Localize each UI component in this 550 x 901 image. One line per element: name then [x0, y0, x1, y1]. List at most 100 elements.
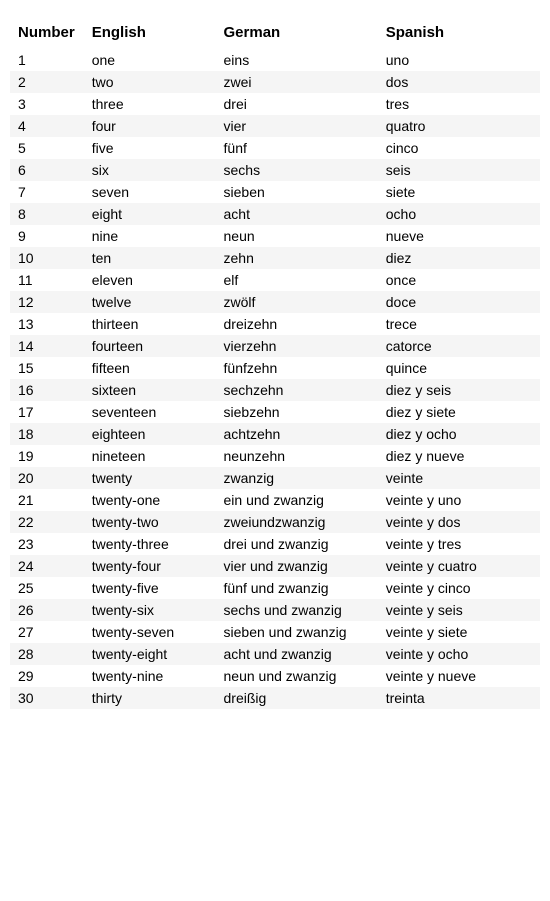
cell-spanish: quatro — [378, 115, 540, 137]
cell-german: dreißig — [216, 687, 378, 709]
cell-german: ein und zwanzig — [216, 489, 378, 511]
cell-number: 20 — [10, 467, 84, 489]
cell-spanish: nueve — [378, 225, 540, 247]
cell-english: sixteen — [84, 379, 216, 401]
cell-spanish: diez y nueve — [378, 445, 540, 467]
cell-spanish: ocho — [378, 203, 540, 225]
cell-number: 6 — [10, 159, 84, 181]
cell-spanish: diez y ocho — [378, 423, 540, 445]
cell-number: 16 — [10, 379, 84, 401]
cell-number: 29 — [10, 665, 84, 687]
cell-number: 25 — [10, 577, 84, 599]
cell-english: twenty-six — [84, 599, 216, 621]
cell-spanish: once — [378, 269, 540, 291]
table-row: 19nineteenneunzehndiez y nueve — [10, 445, 540, 467]
table-row: 21twenty-oneein und zwanzigveinte y uno — [10, 489, 540, 511]
cell-english: thirty — [84, 687, 216, 709]
cell-german: fünf und zwanzig — [216, 577, 378, 599]
table-row: 17seventeensiebzehndiez y siete — [10, 401, 540, 423]
cell-english: thirteen — [84, 313, 216, 335]
cell-spanish: veinte y tres — [378, 533, 540, 555]
cell-english: twenty-eight — [84, 643, 216, 665]
header-english: English — [84, 20, 216, 49]
cell-english: twenty-two — [84, 511, 216, 533]
cell-spanish: quince — [378, 357, 540, 379]
cell-german: dreizehn — [216, 313, 378, 335]
header-german: German — [216, 20, 378, 49]
cell-german: zehn — [216, 247, 378, 269]
cell-english: nine — [84, 225, 216, 247]
cell-number: 22 — [10, 511, 84, 533]
cell-english: twenty-nine — [84, 665, 216, 687]
table-row: 22twenty-twozweiundzwanzigveinte y dos — [10, 511, 540, 533]
cell-german: fünf — [216, 137, 378, 159]
table-row: 30thirtydreißigtreinta — [10, 687, 540, 709]
cell-number: 24 — [10, 555, 84, 577]
cell-spanish: veinte y ocho — [378, 643, 540, 665]
cell-number: 17 — [10, 401, 84, 423]
cell-german: neunzehn — [216, 445, 378, 467]
table-row: 4fourvierquatro — [10, 115, 540, 137]
cell-english: twenty-five — [84, 577, 216, 599]
numbers-table: Number English German Spanish 1oneeinsun… — [10, 20, 540, 709]
cell-spanish: diez y seis — [378, 379, 540, 401]
cell-german: zweiundzwanzig — [216, 511, 378, 533]
cell-german: eins — [216, 49, 378, 71]
cell-german: acht — [216, 203, 378, 225]
cell-german: acht und zwanzig — [216, 643, 378, 665]
table-row: 13thirteendreizehntrece — [10, 313, 540, 335]
table-row: 15fifteenfünfzehnquince — [10, 357, 540, 379]
cell-german: neun und zwanzig — [216, 665, 378, 687]
cell-english: six — [84, 159, 216, 181]
table-row: 25twenty-fivefünf und zwanzigveinte y ci… — [10, 577, 540, 599]
table-row: 5fivefünfcinco — [10, 137, 540, 159]
cell-english: eight — [84, 203, 216, 225]
cell-german: drei — [216, 93, 378, 115]
table-row: 23twenty-threedrei und zwanzigveinte y t… — [10, 533, 540, 555]
cell-english: fourteen — [84, 335, 216, 357]
cell-english: twelve — [84, 291, 216, 313]
cell-number: 7 — [10, 181, 84, 203]
cell-english: seven — [84, 181, 216, 203]
cell-number: 8 — [10, 203, 84, 225]
cell-spanish: veinte y dos — [378, 511, 540, 533]
cell-english: twenty — [84, 467, 216, 489]
cell-english: twenty-three — [84, 533, 216, 555]
table-row: 9nineneunnueve — [10, 225, 540, 247]
cell-spanish: cinco — [378, 137, 540, 159]
table-row: 3threedreitres — [10, 93, 540, 115]
table-row: 7sevensiebensiete — [10, 181, 540, 203]
cell-number: 14 — [10, 335, 84, 357]
cell-english: eleven — [84, 269, 216, 291]
table-row: 11elevenelfonce — [10, 269, 540, 291]
cell-spanish: dos — [378, 71, 540, 93]
cell-spanish: veinte y cuatro — [378, 555, 540, 577]
cell-german: sieben und zwanzig — [216, 621, 378, 643]
table-row: 10tenzehndiez — [10, 247, 540, 269]
cell-number: 21 — [10, 489, 84, 511]
cell-english: four — [84, 115, 216, 137]
table-row: 14fourteenvierzehncatorce — [10, 335, 540, 357]
cell-spanish: treinta — [378, 687, 540, 709]
cell-german: vierzehn — [216, 335, 378, 357]
cell-german: fünfzehn — [216, 357, 378, 379]
cell-english: twenty-seven — [84, 621, 216, 643]
cell-english: three — [84, 93, 216, 115]
cell-spanish: diez — [378, 247, 540, 269]
cell-number: 5 — [10, 137, 84, 159]
table-row: 16sixteensechzehndiez y seis — [10, 379, 540, 401]
cell-english: seventeen — [84, 401, 216, 423]
cell-spanish: veinte — [378, 467, 540, 489]
cell-number: 1 — [10, 49, 84, 71]
cell-german: zwanzig — [216, 467, 378, 489]
cell-german: siebzehn — [216, 401, 378, 423]
table-row: 27twenty-sevensieben und zwanzigveinte y… — [10, 621, 540, 643]
table-row: 6sixsechsseis — [10, 159, 540, 181]
cell-english: one — [84, 49, 216, 71]
cell-german: zwölf — [216, 291, 378, 313]
cell-number: 15 — [10, 357, 84, 379]
cell-german: sechs und zwanzig — [216, 599, 378, 621]
cell-german: sechzehn — [216, 379, 378, 401]
cell-number: 19 — [10, 445, 84, 467]
cell-german: vier und zwanzig — [216, 555, 378, 577]
